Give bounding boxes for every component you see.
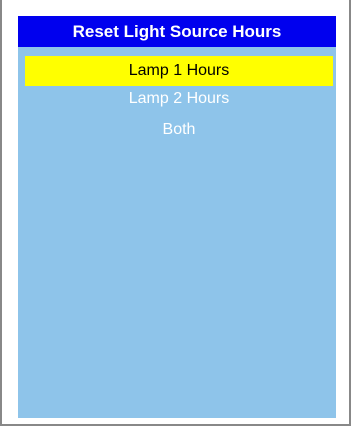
osd-window-frame: Reset Light Source Hours Lamp 1 Hours La… xyxy=(0,0,351,426)
menu-title: Reset Light Source Hours xyxy=(18,16,336,47)
menu-item-both[interactable]: Both xyxy=(25,115,333,145)
menu-item-lamp-1-hours[interactable]: Lamp 1 Hours xyxy=(25,56,333,86)
menu-item-lamp-2-hours[interactable]: Lamp 2 Hours xyxy=(25,84,333,114)
reset-menu-panel: Reset Light Source Hours Lamp 1 Hours La… xyxy=(18,16,336,418)
